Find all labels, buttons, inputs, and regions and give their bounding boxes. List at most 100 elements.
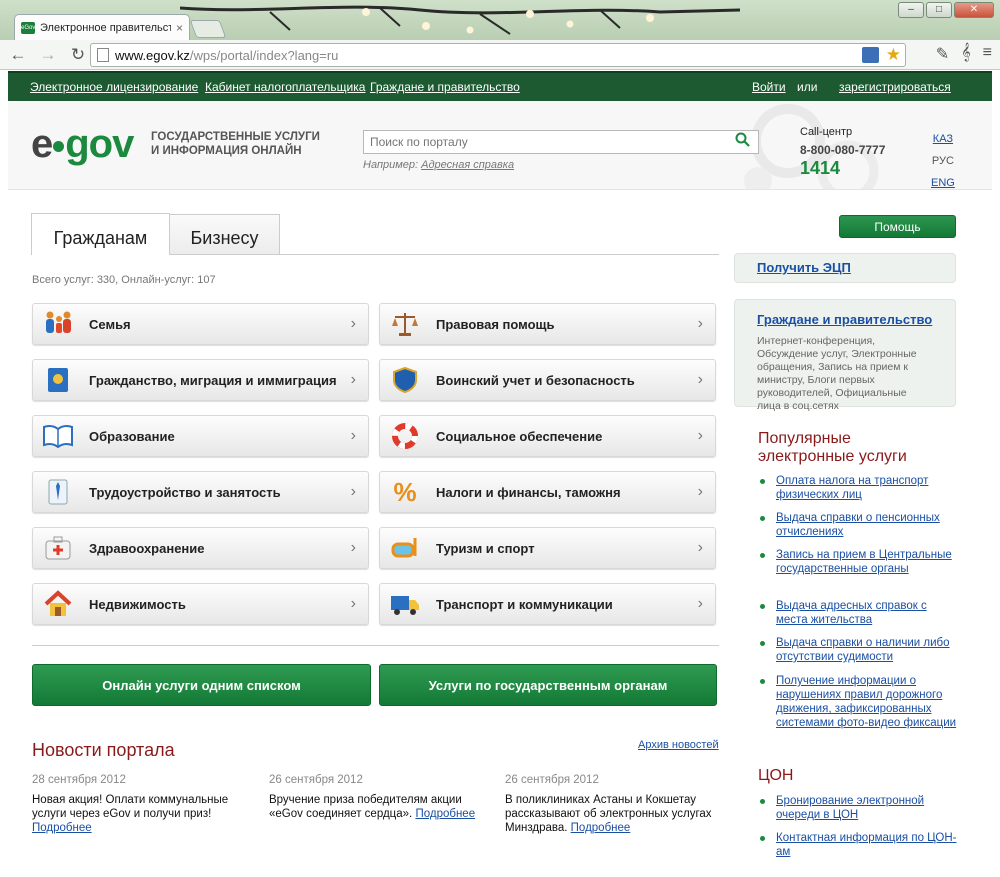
reload-icon[interactable]: ↻ <box>66 43 90 67</box>
category-tourism[interactable]: Туризм и спорт › <box>379 527 716 569</box>
list-item[interactable]: Выдача адресных справок с места жительст… <box>760 599 960 627</box>
passport-icon <box>42 365 74 395</box>
category-family[interactable]: Семья › <box>32 303 369 345</box>
browser-tab[interactable]: eGov Электронное правительство × <box>14 14 190 40</box>
get-ecp-box: Получить ЭЦП <box>734 253 956 283</box>
register-link[interactable]: зарегистрироваться <box>839 80 951 94</box>
category-military[interactable]: Воинский учет и безопасность › <box>379 359 716 401</box>
popular-services-list: Оплата налога на транспорт физических ли… <box>760 474 960 744</box>
category-legal-aid[interactable]: Правовая помощь › <box>379 303 716 345</box>
category-citizenship[interactable]: Гражданство, миграция и иммиграция › <box>32 359 369 401</box>
lang-rus: РУС <box>931 155 954 167</box>
book-icon <box>42 421 74 451</box>
medkit-icon <box>42 533 74 563</box>
lang-eng[interactable]: ENG <box>931 172 955 189</box>
call-center: Call-центр 8-800-080-7777 1414 <box>800 126 886 178</box>
news-item: 26 сентября 2012 В поликлиниках Астаны и… <box>505 773 725 835</box>
bookmark-star-icon[interactable]: ★ <box>886 45 901 65</box>
forward-arrow-icon[interactable]: → <box>36 43 60 67</box>
site-header: e gov ГОСУДАРСТВЕННЫЕ УСЛУГИ И ИНФОРМАЦИЯ… <box>8 101 992 190</box>
services-by-agencies-button[interactable]: Услуги по государственным органам <box>379 664 717 706</box>
call-center-short-number: 1414 <box>800 158 841 178</box>
chevron-right-icon: › <box>697 595 703 612</box>
minimize-button[interactable]: – <box>898 2 924 18</box>
category-social[interactable]: Социальное обеспечение › <box>379 415 716 457</box>
chevron-right-icon: › <box>697 483 703 500</box>
list-item[interactable]: Контактная информация по ЦОН-ам <box>760 831 960 859</box>
chevron-right-icon: › <box>697 539 703 556</box>
close-window-button[interactable]: ✕ <box>954 2 994 18</box>
category-transport[interactable]: Транспорт и коммуникации › <box>379 583 716 625</box>
new-tab-button[interactable] <box>189 20 227 38</box>
list-item[interactable]: Получение информации о нарушениях правил… <box>760 674 960 730</box>
chevron-right-icon: › <box>697 371 703 388</box>
list-item[interactable]: Оплата налога на транспорт физических ли… <box>760 474 960 502</box>
tab-divider <box>170 254 719 255</box>
extension-icon[interactable] <box>862 47 879 63</box>
search-icon[interactable] <box>735 132 750 152</box>
news-date: 28 сентября 2012 <box>32 774 126 786</box>
browser-titlebar: eGov Электронное правительство × – □ ✕ <box>0 0 1000 40</box>
chevron-right-icon: › <box>350 483 356 500</box>
category-employment[interactable]: Трудоустройство и занятость › <box>32 471 369 513</box>
logo-dot-icon <box>53 140 65 152</box>
news-item: 26 сентября 2012 Вручение приза победите… <box>269 773 489 821</box>
shirt-tie-icon <box>42 477 74 507</box>
call-center-phone: 8-800-080-7777 <box>800 143 886 157</box>
services-total: Всего услуг: 330, Онлайн-услуг: 107 <box>32 274 216 286</box>
popular-services-heading: Популярные электронные услуги <box>758 430 907 465</box>
news-more-link[interactable]: Подробнее <box>32 822 92 834</box>
news-date: 26 сентября 2012 <box>269 774 363 786</box>
address-bar[interactable]: www.egov.kz/wps/portal/index?lang=ru ★ <box>90 43 906 67</box>
get-ecp-link[interactable]: Получить ЭЦП <box>757 260 933 275</box>
search-input[interactable] <box>363 130 759 154</box>
url-host: www.egov.kz <box>115 47 190 63</box>
music-clef-icon[interactable]: 𝄞 <box>961 44 970 64</box>
category-education[interactable]: Образование › <box>32 415 369 457</box>
con-list: Бронирование электронной очереди в ЦОН К… <box>760 794 960 864</box>
list-item[interactable]: Запись на прием в Центральные государств… <box>760 548 960 576</box>
citizens-government-link[interactable]: Граждане и правительство <box>757 312 933 327</box>
close-tab-icon[interactable]: × <box>176 21 183 35</box>
url-path: /wps/portal/index?lang=ru <box>189 47 339 63</box>
top-navigation: Электронное лицензирование Кабинет налог… <box>8 71 992 101</box>
news-archive-link[interactable]: Архив новостей <box>638 739 719 751</box>
lang-kaz[interactable]: КАЗ <box>931 128 955 150</box>
browser-toolbar: ← → ↻ www.egov.kz/wps/portal/index?lang=… <box>0 40 1000 70</box>
chevron-right-icon: › <box>350 315 356 332</box>
egov-logo[interactable]: e gov <box>31 122 134 166</box>
login-link[interactable]: Войти <box>752 80 786 94</box>
category-healthcare[interactable]: Здравоохранение › <box>32 527 369 569</box>
chevron-right-icon: › <box>350 371 356 388</box>
tab-business[interactable]: Бизнесу <box>170 214 280 255</box>
back-arrow-icon[interactable]: ← <box>6 43 30 67</box>
news-more-link[interactable]: Подробнее <box>415 808 475 820</box>
site-tagline: ГОСУДАРСТВЕННЫЕ УСЛУГИ И ИНФОРМАЦИЯ ОНЛА… <box>151 131 320 157</box>
language-switcher: КАЗ РУС ENG <box>931 128 955 189</box>
percent-icon: % <box>393 476 417 507</box>
category-taxes[interactable]: % Налоги и финансы, таможня › <box>379 471 716 513</box>
list-item[interactable]: Выдача справки о наличии либо отсутствии… <box>760 636 960 664</box>
nav-link-licensing[interactable]: Электронное лицензирование <box>30 80 198 94</box>
news-item: 28 сентября 2012 Новая акция! Оплати ком… <box>32 773 252 835</box>
list-item[interactable]: Бронирование электронной очереди в ЦОН <box>760 794 960 822</box>
chevron-right-icon: › <box>350 427 356 444</box>
search-example-link[interactable]: Адресная справка <box>421 159 514 171</box>
tab-title: Электронное правительство <box>40 21 171 34</box>
news-text: Новая акция! Оплати коммунальные услуги … <box>32 794 229 820</box>
chevron-right-icon: › <box>350 595 356 612</box>
family-icon <box>42 309 74 339</box>
category-real-estate[interactable]: Недвижимость › <box>32 583 369 625</box>
menu-icon[interactable]: ≡ <box>983 44 992 64</box>
help-button[interactable]: Помощь <box>839 215 956 238</box>
house-icon <box>42 589 74 619</box>
list-item[interactable]: Выдача справки о пенсионных отчислениях <box>760 511 960 539</box>
nav-link-taxpayer[interactable]: Кабинет налогоплательщика <box>205 80 365 94</box>
online-services-list-button[interactable]: Онлайн услуги одним списком <box>32 664 371 706</box>
news-more-link[interactable]: Подробнее <box>571 822 631 834</box>
con-heading: ЦОН <box>758 767 794 784</box>
nav-link-citizens-government[interactable]: Граждане и правительство <box>370 80 520 94</box>
tab-citizens[interactable]: Гражданам <box>31 213 170 255</box>
wrench-tool-icon[interactable]: ✎ <box>936 44 949 64</box>
maximize-button[interactable]: □ <box>926 2 952 18</box>
